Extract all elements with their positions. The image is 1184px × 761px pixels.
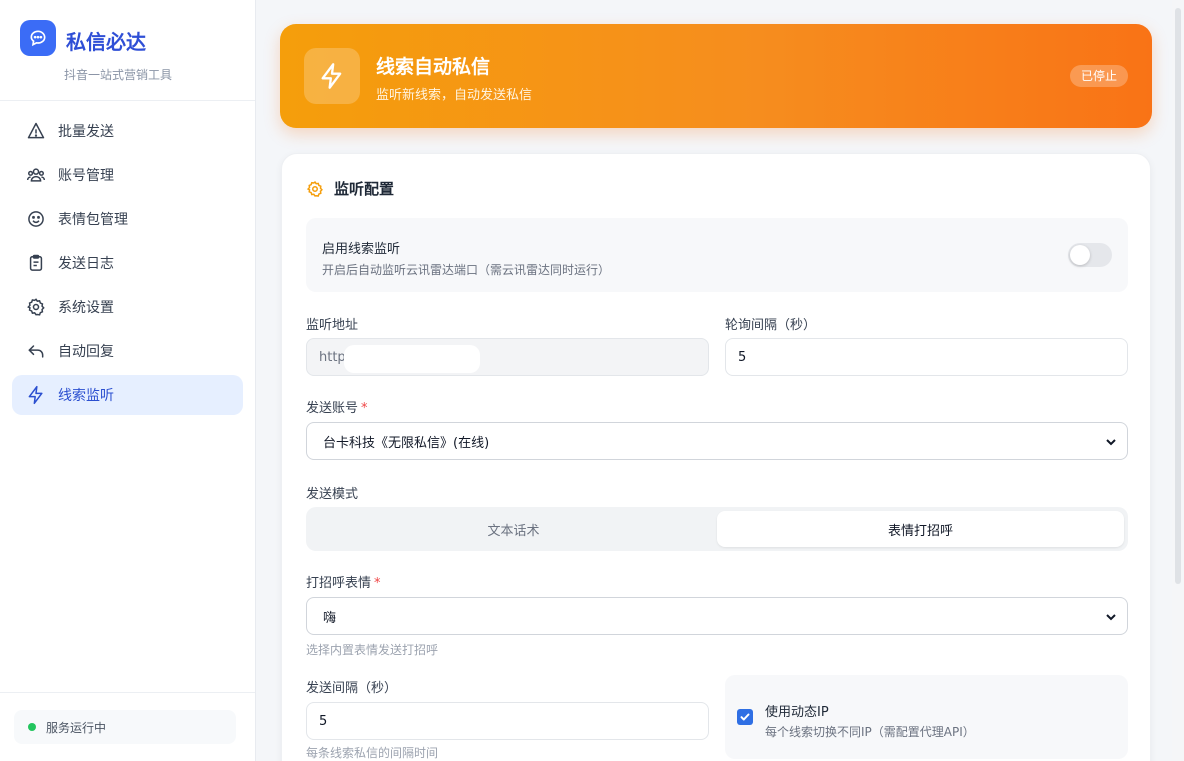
scrollbar-thumb[interactable]	[1175, 8, 1181, 584]
section-title-text: 监听配置	[334, 180, 395, 198]
sidebar-item-send-log[interactable]: 发送日志	[12, 243, 243, 283]
send-account-value: 台卡科技《无限私信》(在线)	[323, 435, 490, 451]
sidebar-item-auto-reply[interactable]: 自动回复	[12, 331, 243, 371]
send-account-label: 发送账号 *	[306, 397, 368, 416]
listen-address-wrapper	[306, 338, 709, 376]
app-subtitle: 抖音一站式营销工具	[64, 68, 173, 82]
greeting-emoji-value: 嗨	[323, 610, 337, 626]
status-dot-icon	[28, 723, 36, 731]
poll-interval-input[interactable]	[725, 338, 1128, 376]
sidebar-item-label: 发送日志	[58, 256, 114, 272]
dynamic-ip-checkbox[interactable]	[737, 709, 753, 725]
dynamic-ip-label: 使用动态IP	[765, 705, 829, 720]
main-content: 线索自动私信 监听新线索，自动发送私信 已停止 监听配置 启用线索监听 开启后自…	[256, 0, 1184, 761]
page-subtitle: 监听新线索，自动发送私信	[376, 88, 533, 103]
clipboard-icon	[29, 254, 43, 271]
reply-icon	[28, 345, 44, 358]
toggle-knob	[1070, 245, 1090, 265]
monitor-config-card: 监听配置 启用线索监听 开启后自动监听云讯雷达端口（需云讯雷达同时运行） 监听地…	[281, 153, 1151, 761]
sidebar-item-label: 自动回复	[58, 344, 114, 360]
send-account-label-text: 发送账号	[306, 401, 359, 416]
required-mark: *	[361, 401, 368, 416]
check-icon	[740, 713, 750, 721]
sidebar-item-label: 线索监听	[58, 388, 114, 404]
gear-icon	[306, 180, 323, 197]
send-interval-hint: 每条线索私信的间隔时间	[306, 746, 439, 760]
send-interval-input[interactable]	[306, 702, 709, 740]
send-mode-label: 发送模式	[306, 487, 359, 502]
gear-icon	[27, 298, 45, 316]
sidebar-item-batch-send[interactable]: 批量发送	[12, 111, 243, 151]
users-icon	[26, 168, 46, 182]
chat-bubble-icon	[20, 20, 56, 56]
sidebar-item-accounts[interactable]: 账号管理	[12, 155, 243, 195]
greeting-emoji-label-text: 打招呼表情	[306, 576, 372, 591]
lightning-icon	[304, 48, 360, 104]
sidebar: 私信必达 抖音一站式营销工具 批量发送 账号管理 表情包管理 发送日志 系统设置…	[0, 0, 256, 761]
greeting-emoji-hint: 选择内置表情发送打招呼	[306, 643, 439, 657]
sidebar-item-label: 批量发送	[58, 124, 114, 140]
chevron-down-icon	[1106, 614, 1116, 621]
dynamic-ip-description: 每个线索切换不同IP（需配置代理API）	[765, 725, 975, 739]
hero-banner: 线索自动私信 监听新线索，自动发送私信 已停止	[280, 24, 1152, 128]
status-badge: 已停止	[1069, 65, 1128, 87]
send-mode-segmented: 文本话术 表情打招呼	[306, 507, 1128, 551]
sidebar-item-settings[interactable]: 系统设置	[12, 287, 243, 327]
sidebar-nav: 批量发送 账号管理 表情包管理 发送日志 系统设置 自动回复 线索监听	[12, 111, 243, 419]
send-mode-text[interactable]: 文本话术	[310, 511, 717, 547]
smile-icon	[28, 211, 44, 227]
enable-monitor-description: 开启后自动监听云讯雷达端口（需云讯雷达同时运行）	[322, 263, 611, 277]
send-account-select[interactable]: 台卡科技《无限私信》(在线)	[306, 422, 1128, 460]
sidebar-item-lead-monitor[interactable]: 线索监听	[12, 375, 243, 415]
dynamic-ip-option: 使用动态IP 每个线索切换不同IP（需配置代理API）	[725, 675, 1128, 759]
service-status: 服务运行中	[14, 710, 236, 744]
page-title: 线索自动私信	[376, 56, 491, 78]
service-status-label: 服务运行中	[46, 720, 107, 735]
app-title: 私信必达	[66, 30, 146, 54]
required-mark: *	[374, 576, 381, 591]
send-interval-label: 发送间隔（秒）	[306, 681, 398, 696]
sidebar-item-label: 表情包管理	[58, 212, 128, 228]
section-title: 监听配置	[306, 178, 394, 199]
greeting-emoji-label: 打招呼表情 *	[306, 572, 381, 591]
poll-interval-label: 轮询间隔（秒）	[725, 318, 817, 333]
chevron-down-icon	[1106, 439, 1116, 446]
enable-monitor-row: 启用线索监听 开启后自动监听云讯雷达端口（需云讯雷达同时运行）	[306, 218, 1128, 292]
sidebar-item-label: 系统设置	[58, 300, 114, 316]
send-icon	[27, 122, 45, 139]
lightning-icon	[28, 385, 43, 405]
scrollbar[interactable]	[1172, 0, 1184, 761]
sidebar-item-stickers[interactable]: 表情包管理	[12, 199, 243, 239]
redacted-overlay	[344, 345, 480, 373]
sidebar-divider	[0, 100, 255, 101]
sidebar-divider	[0, 692, 255, 693]
send-mode-emoji[interactable]: 表情打招呼	[717, 511, 1124, 547]
listen-address-label: 监听地址	[306, 318, 359, 333]
enable-monitor-label: 启用线索监听	[322, 242, 401, 257]
sidebar-item-label: 账号管理	[58, 168, 114, 184]
enable-monitor-toggle[interactable]	[1068, 243, 1112, 267]
greeting-emoji-select[interactable]: 嗨	[306, 597, 1128, 635]
